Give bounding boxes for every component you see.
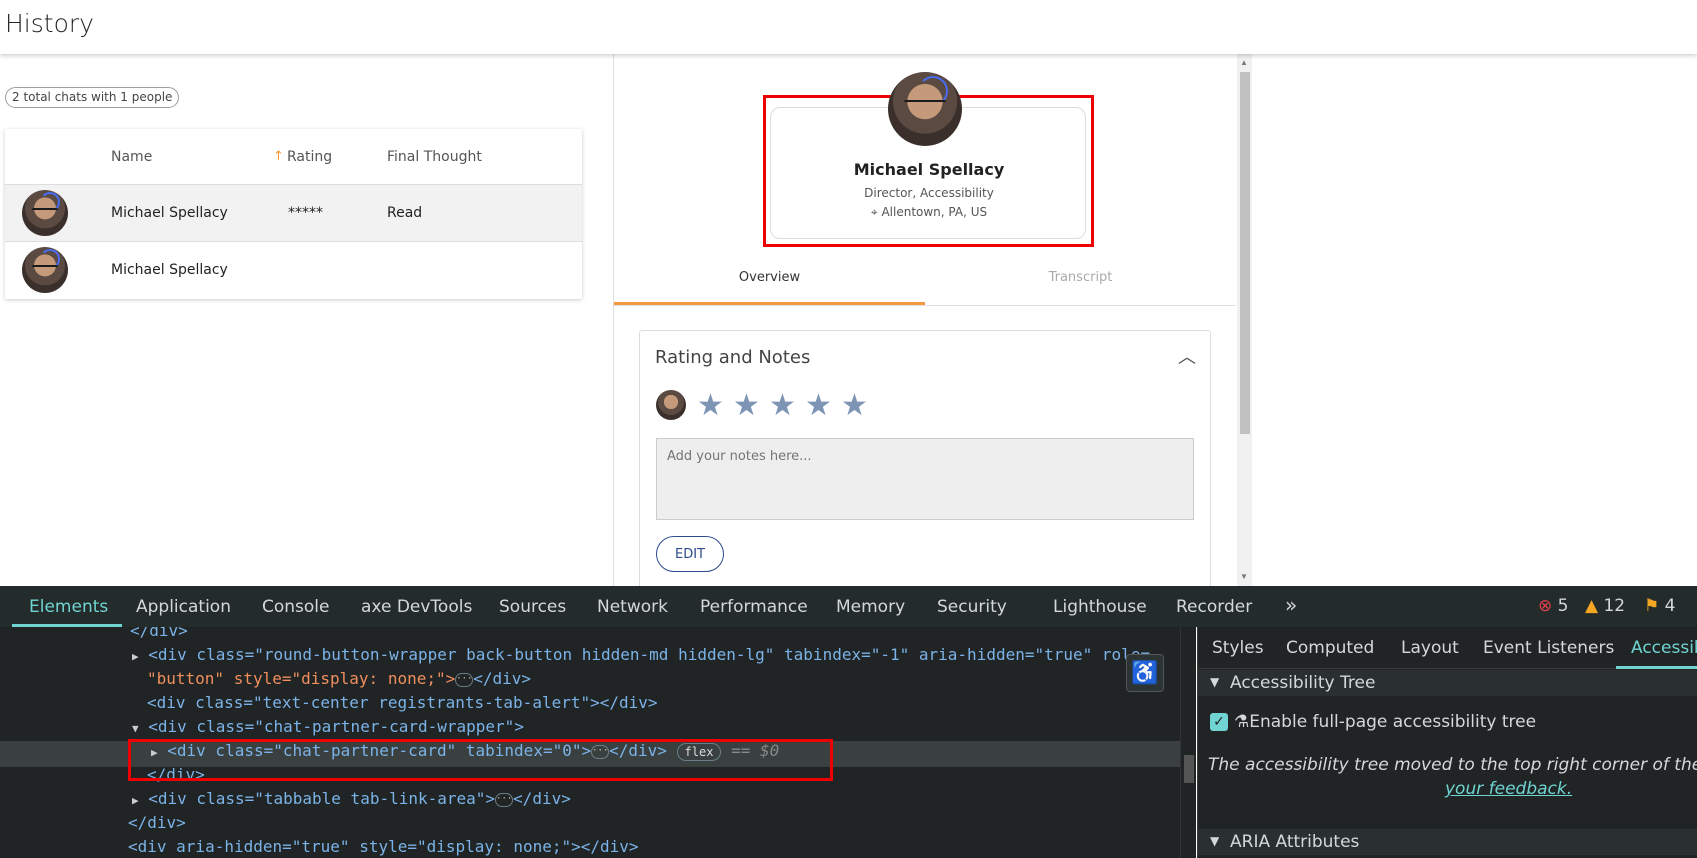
avatar bbox=[22, 190, 68, 236]
error-count[interactable]: ⊗ 5 bbox=[1538, 596, 1568, 616]
partner-avatar bbox=[888, 72, 962, 146]
tab-memory[interactable]: Memory bbox=[836, 597, 905, 617]
code-line[interactable]: ▶ <div class="tabbable tab-link-area">··… bbox=[132, 789, 571, 808]
tab-security[interactable]: Security bbox=[937, 597, 1007, 617]
tab-lighthouse[interactable]: Lighthouse bbox=[1053, 597, 1147, 617]
elements-scrollbar[interactable] bbox=[1180, 627, 1196, 858]
aria-attributes-section[interactable]: ▼ ARIA Attributes bbox=[1198, 829, 1697, 855]
tab-elements[interactable]: Elements bbox=[29, 597, 108, 617]
flask-icon: ⚗ bbox=[1234, 712, 1250, 732]
devtools-tabbar: Elements Application Console axe DevTool… bbox=[0, 586, 1697, 627]
warning-icon: ▲ bbox=[1585, 596, 1599, 616]
tab-computed[interactable]: Computed bbox=[1286, 638, 1374, 658]
devtools-sidebar: Styles Computed Layout Event Listeners A… bbox=[1197, 627, 1697, 858]
chat-count-badge: 2 total chats with 1 people bbox=[5, 87, 180, 108]
issues-count[interactable]: ⚑ 4 bbox=[1644, 596, 1675, 616]
code-line[interactable]: <div class="text-center registrants-tab-… bbox=[147, 693, 658, 712]
sidebar-tabs: Styles Computed Layout Event Listeners A… bbox=[1198, 627, 1697, 669]
notes-title: Rating and Notes bbox=[655, 347, 811, 368]
enable-tree-label: ⚗Enable full-page accessibility tree bbox=[1234, 712, 1537, 732]
collapse-triangle-icon[interactable]: ▼ bbox=[1210, 834, 1219, 848]
row-final-thought: Read bbox=[387, 205, 423, 221]
column-rating[interactable]: Rating bbox=[287, 149, 332, 165]
code-text: </div> bbox=[473, 669, 532, 688]
tab-recorder[interactable]: Recorder bbox=[1176, 597, 1252, 617]
active-sidebar-tab-indicator bbox=[1616, 666, 1697, 669]
more-tabs-icon[interactable]: » bbox=[1285, 593, 1297, 617]
ellipsis-icon[interactable]: ··· bbox=[455, 672, 474, 687]
tab-axe-devtools[interactable]: axe DevTools bbox=[361, 597, 472, 617]
chat-history-table: Name ↑ Rating Final Thought Michael Spel… bbox=[5, 129, 582, 299]
code-line[interactable]: <div aria-hidden="true" style="display: … bbox=[128, 837, 639, 856]
code-line[interactable]: ▼ <div class="chat-partner-card-wrapper"… bbox=[132, 717, 524, 736]
expand-triangle-icon[interactable]: ▶ bbox=[132, 794, 139, 807]
scroll-up-arrow-icon[interactable]: ▲ bbox=[1240, 58, 1248, 67]
code-line[interactable]: "button" style="display: none;">···</div… bbox=[147, 669, 531, 688]
edit-button[interactable]: EDIT bbox=[656, 536, 724, 572]
highlight-box-node bbox=[128, 739, 833, 781]
elements-scrollbar-thumb[interactable] bbox=[1184, 755, 1194, 783]
active-tab-indicator bbox=[614, 302, 925, 305]
tab-transcript[interactable]: Transcript bbox=[925, 270, 1236, 285]
expand-triangle-icon[interactable]: ▶ bbox=[132, 650, 139, 663]
section-title: Accessibility Tree bbox=[1230, 673, 1376, 693]
star-icon[interactable]: ★ bbox=[769, 388, 796, 423]
column-name[interactable]: Name bbox=[111, 149, 152, 165]
code-text: "button" style="display: none;"> bbox=[147, 669, 456, 688]
tab-sources[interactable]: Sources bbox=[499, 597, 566, 617]
detail-scrollbar-thumb[interactable] bbox=[1240, 72, 1250, 434]
error-icon: ⊗ bbox=[1538, 596, 1553, 616]
table-header: Name ↑ Rating Final Thought bbox=[5, 129, 582, 185]
star-icon[interactable]: ★ bbox=[733, 388, 760, 423]
tree-moved-note: The accessibility tree moved to the top … bbox=[1208, 755, 1697, 775]
tab-layout[interactable]: Layout bbox=[1401, 638, 1459, 658]
section-title: ARIA Attributes bbox=[1230, 832, 1360, 852]
code-line[interactable]: ▶ <div class="round-button-wrapper back-… bbox=[132, 645, 1150, 664]
code-text: <div class="tabbable tab-link-area"> bbox=[148, 789, 496, 808]
star-icon[interactable]: ★ bbox=[697, 388, 724, 423]
issue-icon: ⚑ bbox=[1644, 596, 1660, 616]
collapse-triangle-icon[interactable]: ▼ bbox=[1210, 675, 1219, 689]
feedback-link[interactable]: your feedback. bbox=[1445, 779, 1572, 799]
collapse-triangle-icon[interactable]: ▼ bbox=[132, 722, 139, 735]
tab-console[interactable]: Console bbox=[262, 597, 330, 617]
chevron-up-icon[interactable]: ︿ bbox=[1178, 343, 1196, 369]
detail-tabs: Overview Transcript bbox=[614, 262, 1236, 306]
tab-network[interactable]: Network bbox=[597, 597, 668, 617]
code-text: <div class="chat-partner-card-wrapper"> bbox=[148, 717, 524, 736]
scroll-down-arrow-icon[interactable]: ▼ bbox=[1240, 572, 1248, 581]
tab-application[interactable]: Application bbox=[136, 597, 231, 617]
row-name: Michael Spellacy bbox=[111, 205, 228, 221]
star-icon[interactable]: ★ bbox=[805, 388, 832, 423]
code-text: <div class="round-button-wrapper back-bu… bbox=[148, 645, 1151, 664]
notes-textarea[interactable] bbox=[656, 438, 1194, 520]
page-title: History bbox=[5, 9, 94, 38]
column-final-thought[interactable]: Final Thought bbox=[387, 149, 482, 165]
avatar bbox=[22, 247, 68, 293]
code-line[interactable]: </div> bbox=[128, 813, 186, 832]
avatar bbox=[656, 390, 686, 420]
page-header: History bbox=[0, 0, 1697, 54]
sort-arrow-icon: ↑ bbox=[273, 149, 284, 164]
enable-tree-checkbox[interactable]: ✓ bbox=[1210, 713, 1228, 731]
table-row[interactable]: Michael Spellacy ***** Read bbox=[5, 185, 582, 242]
star-icon[interactable]: ★ bbox=[841, 388, 868, 423]
accessibility-person-icon[interactable]: ♿ bbox=[1126, 654, 1164, 692]
row-name: Michael Spellacy bbox=[111, 262, 228, 278]
warning-count[interactable]: ▲ 12 bbox=[1585, 596, 1625, 616]
tab-event-listeners[interactable]: Event Listeners bbox=[1483, 638, 1614, 658]
row-rating: ***** bbox=[288, 205, 323, 221]
table-row[interactable]: Michael Spellacy bbox=[5, 242, 582, 299]
tab-overview[interactable]: Overview bbox=[614, 270, 925, 285]
code-line[interactable]: </div> bbox=[130, 627, 188, 640]
tab-styles[interactable]: Styles bbox=[1212, 638, 1264, 658]
code-text: </div> bbox=[513, 789, 571, 808]
tab-accessibility[interactable]: Accessib bbox=[1631, 638, 1697, 658]
tab-performance[interactable]: Performance bbox=[700, 597, 808, 617]
ellipsis-icon[interactable]: ··· bbox=[495, 792, 514, 807]
accessibility-tree-section[interactable]: ▼ Accessibility Tree bbox=[1198, 670, 1697, 696]
app-root: History 2 total chats with 1 people Name… bbox=[0, 0, 1697, 858]
